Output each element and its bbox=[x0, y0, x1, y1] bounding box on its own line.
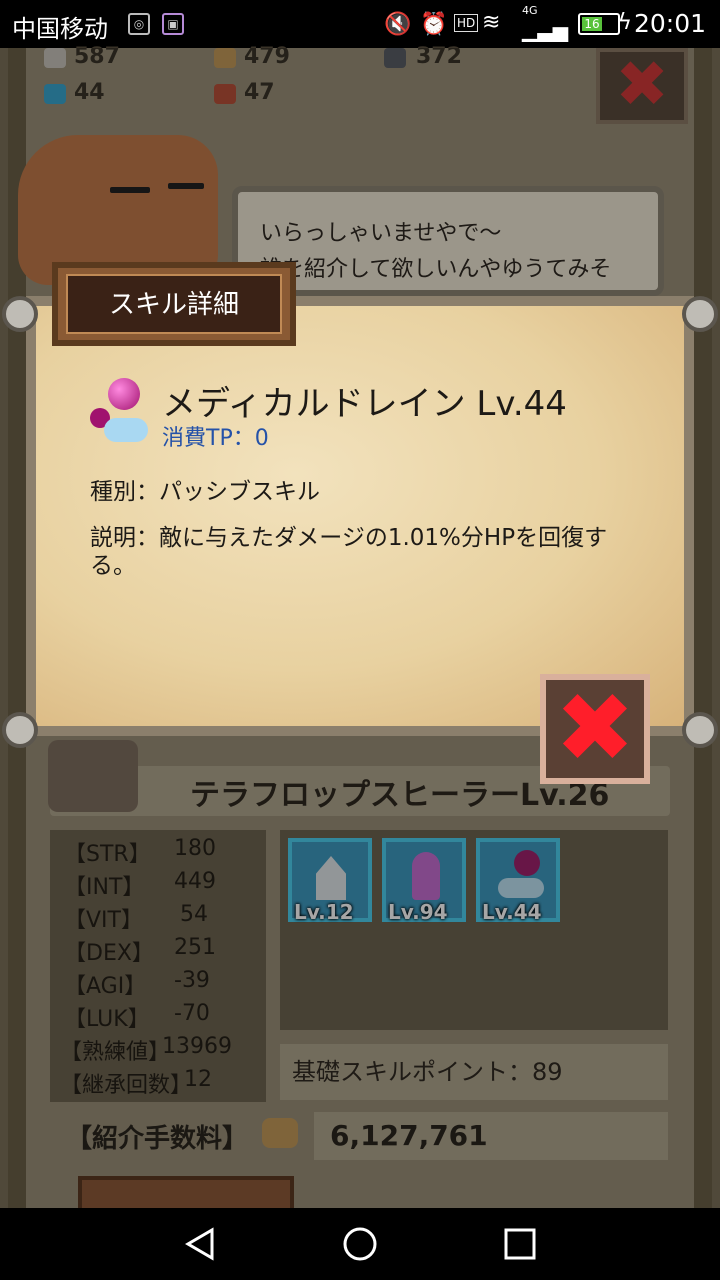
close-icon: ✖ bbox=[554, 672, 636, 784]
recents-icon[interactable] bbox=[502, 1226, 538, 1262]
clock: 20:01 bbox=[633, 9, 706, 38]
parchment-background bbox=[36, 306, 684, 726]
hd-icon: HD bbox=[454, 14, 479, 32]
home-icon[interactable] bbox=[342, 1226, 378, 1262]
skill-name: メディカルドレイン Lv.44 bbox=[162, 384, 567, 424]
signal-icon: ▁▃▅ bbox=[522, 18, 569, 42]
navigation-bar bbox=[0, 1208, 720, 1280]
battery-icon: 16 bbox=[578, 13, 620, 35]
back-icon[interactable] bbox=[182, 1226, 218, 1262]
status-bar: 中国移动 ◎ ▣ 🔇 ⏰ HD ≋ 4G ▁▃▅ 16 ϟ 20:01 bbox=[0, 0, 720, 48]
skill-kind: 種別：パッシブスキル bbox=[90, 479, 320, 505]
skill-tp-cost: 消費TP：0 bbox=[162, 426, 269, 451]
hinge-icon bbox=[2, 712, 38, 748]
gallery-notification-icon: ▣ bbox=[162, 13, 184, 35]
mute-icon: 🔇 bbox=[384, 12, 412, 37]
hinge-icon bbox=[2, 296, 38, 332]
dialog-title-plate: スキル詳細 bbox=[52, 262, 296, 346]
alarm-icon: ⏰ bbox=[420, 12, 448, 37]
network-type: 4G bbox=[522, 4, 538, 17]
battery-level: 16 bbox=[582, 17, 602, 31]
skill-description: 説明：敵に与えたダメージの1.01%分HPを回復する。 bbox=[90, 525, 608, 579]
charging-icon: ϟ bbox=[617, 10, 632, 35]
dialog-close-button[interactable]: ✖ bbox=[540, 674, 650, 784]
carrier-name: 中国移动 bbox=[12, 15, 108, 43]
app-notification-icon: ◎ bbox=[128, 13, 150, 35]
skill-detail-dialog bbox=[26, 296, 694, 736]
orb-cloud-icon bbox=[88, 376, 150, 446]
hinge-icon bbox=[682, 712, 718, 748]
hinge-icon bbox=[682, 296, 718, 332]
wifi-icon: ≋ bbox=[482, 10, 501, 35]
dialog-title: スキル詳細 bbox=[66, 274, 282, 334]
